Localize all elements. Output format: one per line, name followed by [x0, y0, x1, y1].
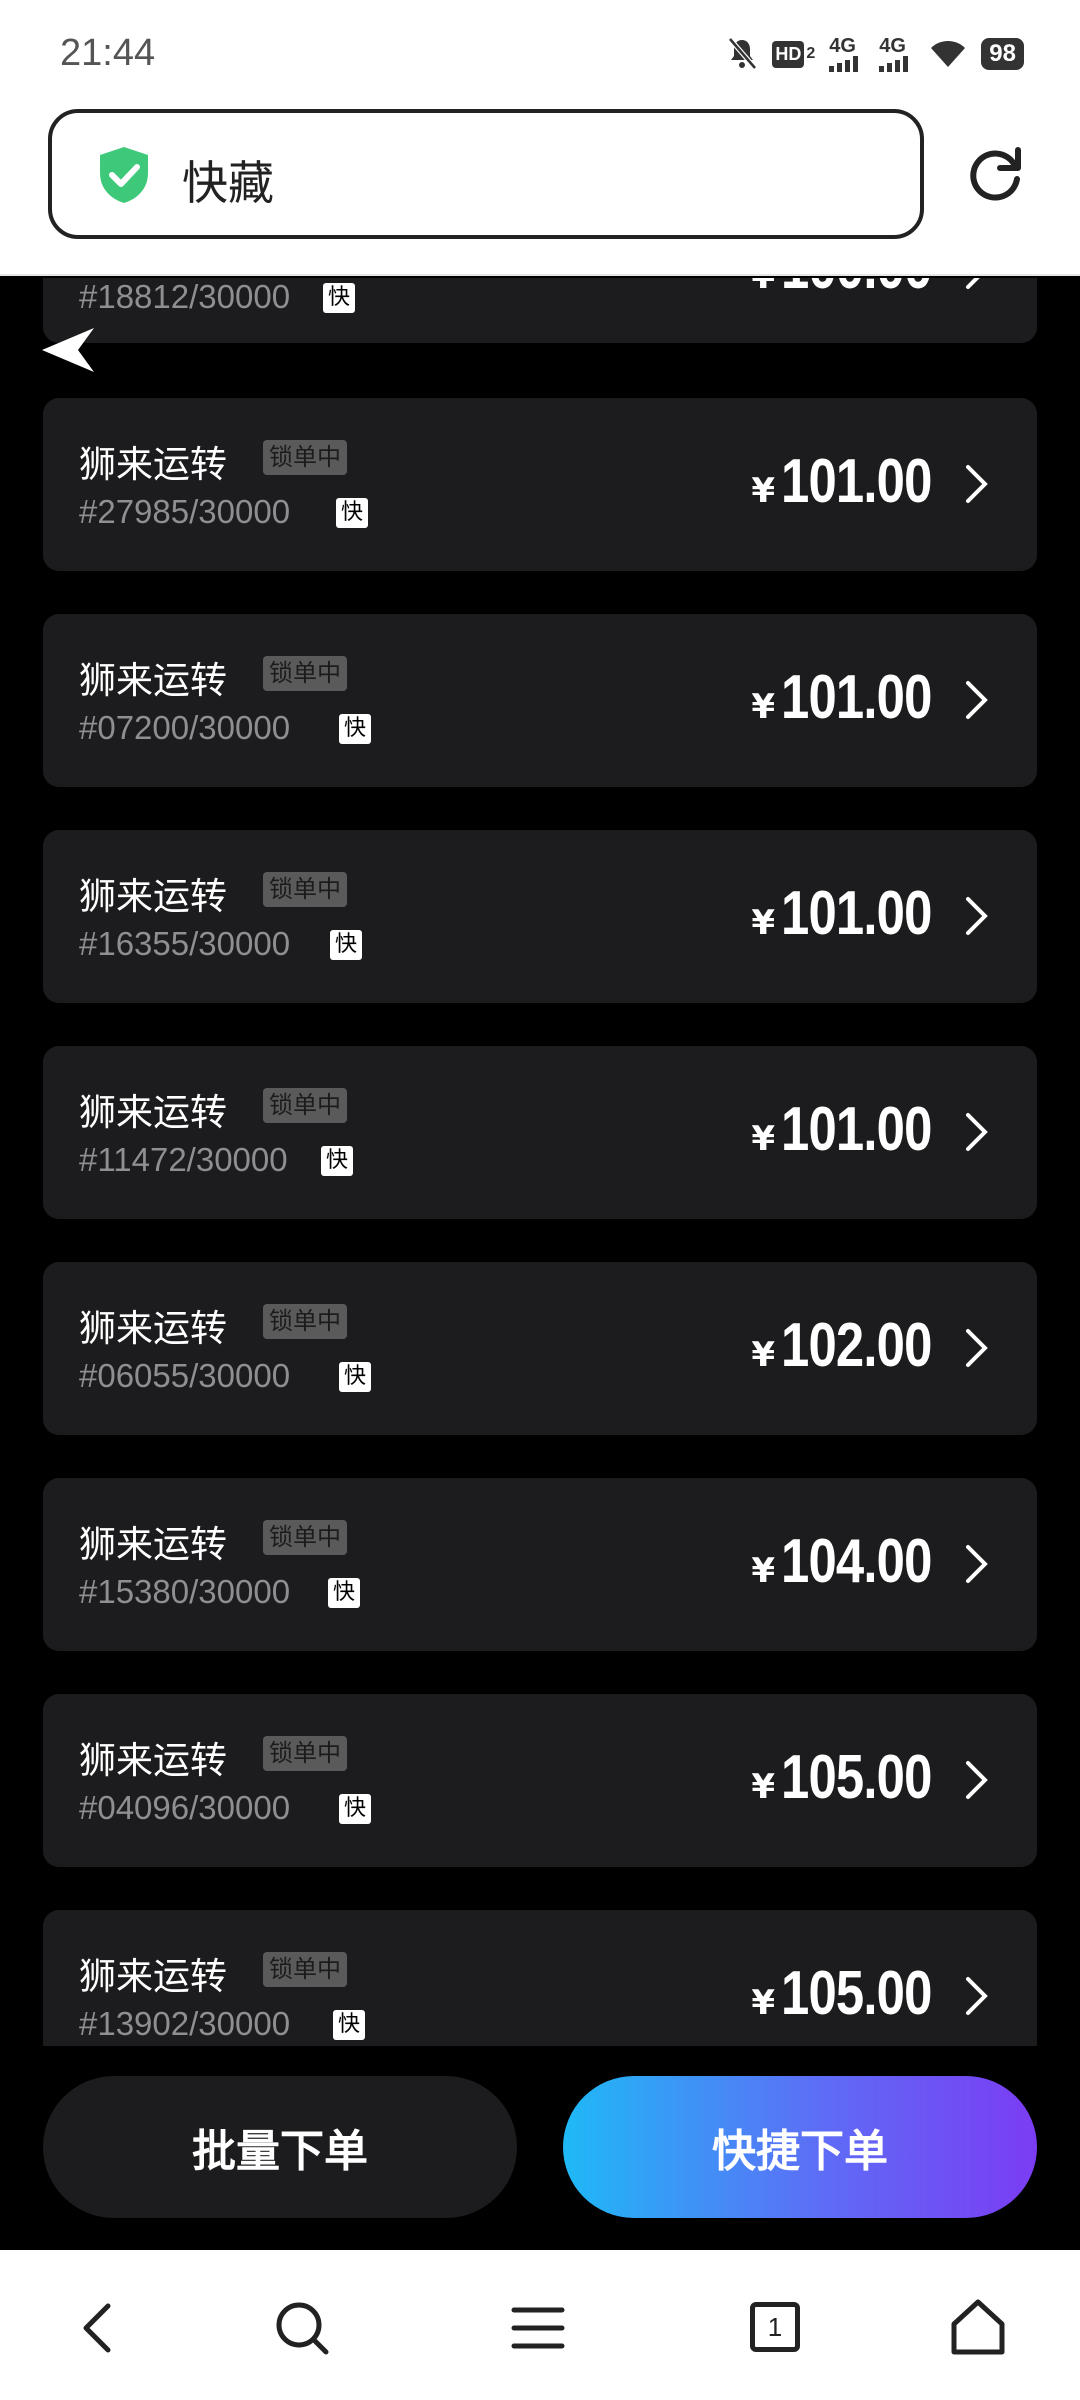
- item-serial: #18812/30000: [79, 278, 291, 315]
- quick-badge: 快: [333, 2010, 366, 2041]
- address-bar[interactable]: 快藏: [48, 109, 924, 239]
- tab-count: 1: [767, 2311, 783, 2342]
- shield-check-icon: [100, 147, 148, 203]
- list-item[interactable]: 狮来运转 锁单中 #15380/30000 快 ¥ 104.00: [43, 1478, 1037, 1651]
- list-item[interactable]: 狮来运转 锁单中 #06055/30000 快 ¥ 102.00: [43, 1262, 1037, 1435]
- back-gesture-arrow-icon: [42, 328, 94, 372]
- chevron-right-icon: [966, 1761, 988, 1799]
- chevron-right-icon: [966, 681, 988, 719]
- quick-order-button[interactable]: 快捷下单: [563, 2076, 1037, 2218]
- chevron-right-icon: [966, 465, 988, 503]
- item-serial: #15380/30000: [79, 1573, 291, 1610]
- lock-status-tag: 锁单中: [263, 1736, 347, 1771]
- item-name: 狮来运转: [79, 1955, 227, 1998]
- item-price: ¥ 101.00: [751, 879, 932, 948]
- item-serial: #06055/30000: [79, 1357, 291, 1394]
- item-price: ¥ 101.00: [751, 1095, 932, 1164]
- status-icons: HD 2 4G 4G 98: [726, 34, 1024, 74]
- product-list[interactable]: #18812/30000 快 ¥ 100.00 狮来运转 锁单中 #27985/…: [0, 278, 1080, 2046]
- lock-status-tag: 锁单中: [263, 440, 347, 475]
- item-name: 狮来运转: [79, 1091, 227, 1134]
- list-item[interactable]: 狮来运转 锁单中 #11472/30000 快 ¥ 101.00: [43, 1046, 1037, 1219]
- back-icon[interactable]: [68, 2296, 132, 2360]
- address-text: 快藏: [182, 156, 274, 210]
- item-serial: #13902/30000: [79, 2005, 291, 2042]
- item-serial: #27985/30000: [79, 493, 291, 530]
- wifi-icon: [929, 34, 967, 74]
- quick-badge: 快: [323, 283, 356, 314]
- lock-status-tag: 锁单中: [263, 656, 347, 691]
- list-item[interactable]: #18812/30000 快 ¥ 100.00: [43, 278, 1037, 343]
- lock-status-tag: 锁单中: [263, 1088, 347, 1123]
- search-icon[interactable]: [270, 2296, 334, 2360]
- list-item[interactable]: 狮来运转 锁单中 #07200/30000 快 ¥ 101.00: [43, 614, 1037, 787]
- lock-status-tag: 锁单中: [263, 1520, 347, 1555]
- status-time: 21:44: [60, 32, 156, 74]
- browser-toolbar: 快藏: [0, 100, 1080, 276]
- status-bar: 21:44 HD 2 4G 4G 98: [0, 0, 1080, 100]
- quick-badge: 快: [321, 1146, 354, 1177]
- item-price: ¥ 105.00: [751, 1743, 932, 1812]
- quick-badge: 快: [328, 1578, 361, 1609]
- chevron-right-icon: [966, 278, 980, 289]
- item-serial: #16355/30000: [79, 925, 291, 962]
- lock-status-tag: 锁单中: [263, 1952, 347, 1987]
- item-price: ¥ 101.00: [751, 663, 932, 732]
- item-name: 狮来运转: [79, 875, 227, 918]
- item-name: 狮来运转: [79, 443, 227, 486]
- quick-badge: 快: [339, 1794, 372, 1825]
- item-serial: #04096/30000: [79, 1789, 291, 1826]
- item-price: ¥ 105.00: [751, 1959, 932, 2028]
- battery-icon: 98: [981, 38, 1024, 70]
- quick-badge: 快: [339, 1362, 372, 1393]
- home-icon[interactable]: [946, 2296, 1010, 2360]
- batch-order-button[interactable]: 批量下单: [43, 2076, 517, 2218]
- list-item[interactable]: 狮来运转 锁单中 #04096/30000 快 ¥ 105.00: [43, 1694, 1037, 1867]
- item-price: ¥ 101.00: [751, 447, 932, 516]
- chevron-right-icon: [966, 1329, 988, 1367]
- signal-icon-2: 4G: [879, 34, 915, 74]
- item-price: ¥ 104.00: [751, 1527, 932, 1596]
- quick-badge: 快: [330, 930, 363, 961]
- list-item[interactable]: 狮来运转 锁单中 #16355/30000 快 ¥ 101.00: [43, 830, 1037, 1003]
- item-name: 狮来运转: [79, 1307, 227, 1350]
- menu-icon[interactable]: [506, 2296, 570, 2360]
- quick-badge: 快: [339, 714, 372, 745]
- lock-status-tag: 锁单中: [263, 1304, 347, 1339]
- chevron-right-icon: [966, 1113, 988, 1151]
- item-price: ¥ 102.00: [751, 1311, 932, 1380]
- item-price: ¥ 100.00: [751, 278, 941, 303]
- signal-icon-1: 4G: [829, 34, 865, 74]
- reload-icon[interactable]: [966, 146, 1024, 204]
- chevron-right-icon: [966, 1977, 988, 2015]
- item-name: 狮来运转: [79, 659, 227, 702]
- hd-icon: HD 2: [772, 34, 815, 74]
- list-item[interactable]: 狮来运转 锁单中 #27985/30000 快 ¥ 101.00: [43, 398, 1037, 571]
- chevron-right-icon: [966, 1545, 988, 1583]
- item-name: 狮来运转: [79, 1523, 227, 1566]
- tabs-button[interactable]: 1: [742, 2296, 806, 2360]
- lock-status-tag: 锁单中: [263, 872, 347, 907]
- item-serial: #11472/30000: [79, 1141, 288, 1178]
- list-item[interactable]: 狮来运转 锁单中 #13902/30000 快 ¥ 105.00: [43, 1910, 1037, 2046]
- item-serial: #07200/30000: [79, 709, 291, 746]
- mute-bell-icon: [726, 34, 758, 74]
- quick-badge: 快: [336, 498, 369, 529]
- tabs-icon: 1: [750, 2302, 800, 2352]
- chevron-right-icon: [966, 897, 988, 935]
- item-name: 狮来运转: [79, 1739, 227, 1782]
- browser-nav-bar: 1: [0, 2250, 1080, 2400]
